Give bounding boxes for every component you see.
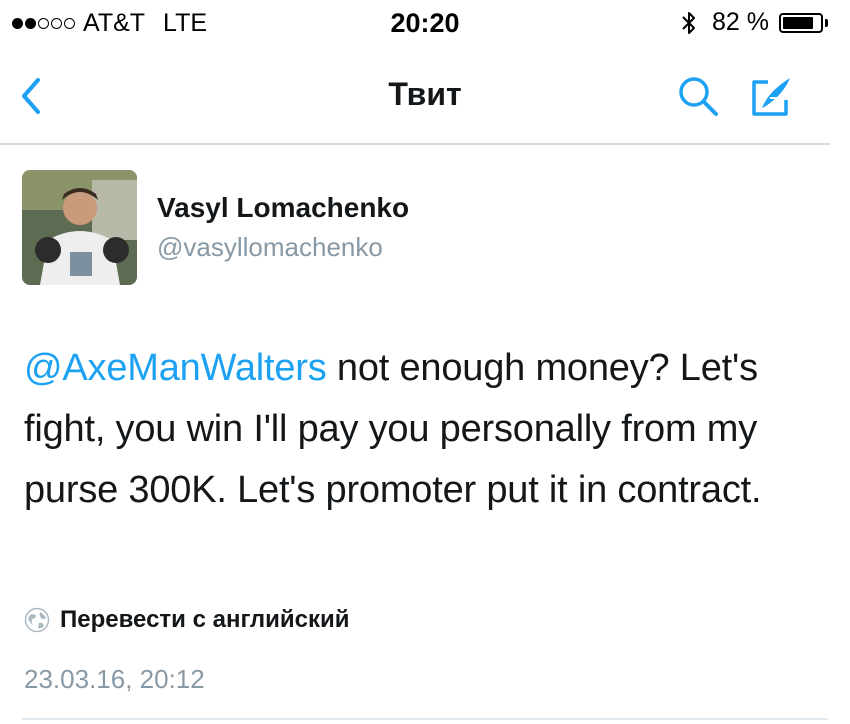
translate-button[interactable]: Перевести с английский <box>24 606 349 634</box>
mention-link[interactable]: @AxeManWalters <box>24 347 327 389</box>
compose-icon[interactable] <box>748 72 796 120</box>
navigation-bar: Твит <box>0 48 850 144</box>
battery-tip <box>825 18 828 27</box>
search-icon[interactable] <box>676 74 720 118</box>
globe-icon <box>24 607 50 633</box>
page-title: Твит <box>388 76 462 112</box>
tweet-author[interactable]: Vasyl Lomachenko @vasyllomachenko <box>22 170 622 286</box>
header-divider <box>0 143 830 145</box>
avatar[interactable] <box>22 170 137 285</box>
battery-percent: 82 % <box>712 8 769 36</box>
author-handle[interactable]: @vasyllomachenko <box>157 232 383 263</box>
battery-icon <box>779 12 823 33</box>
status-bar: AT&T LTE 20:20 82 % <box>0 0 850 48</box>
footer-divider <box>22 718 828 720</box>
tweet-text: @AxeManWalters not enough money? Let's f… <box>24 338 824 521</box>
battery-fill <box>783 16 813 29</box>
status-right: 82 % <box>680 8 828 37</box>
tweet-timestamp: 23.03.16, 20:12 <box>24 664 205 694</box>
author-name[interactable]: Vasyl Lomachenko <box>157 192 409 224</box>
translate-label[interactable]: Перевести с английский <box>60 606 349 634</box>
bluetooth-icon <box>682 11 696 34</box>
